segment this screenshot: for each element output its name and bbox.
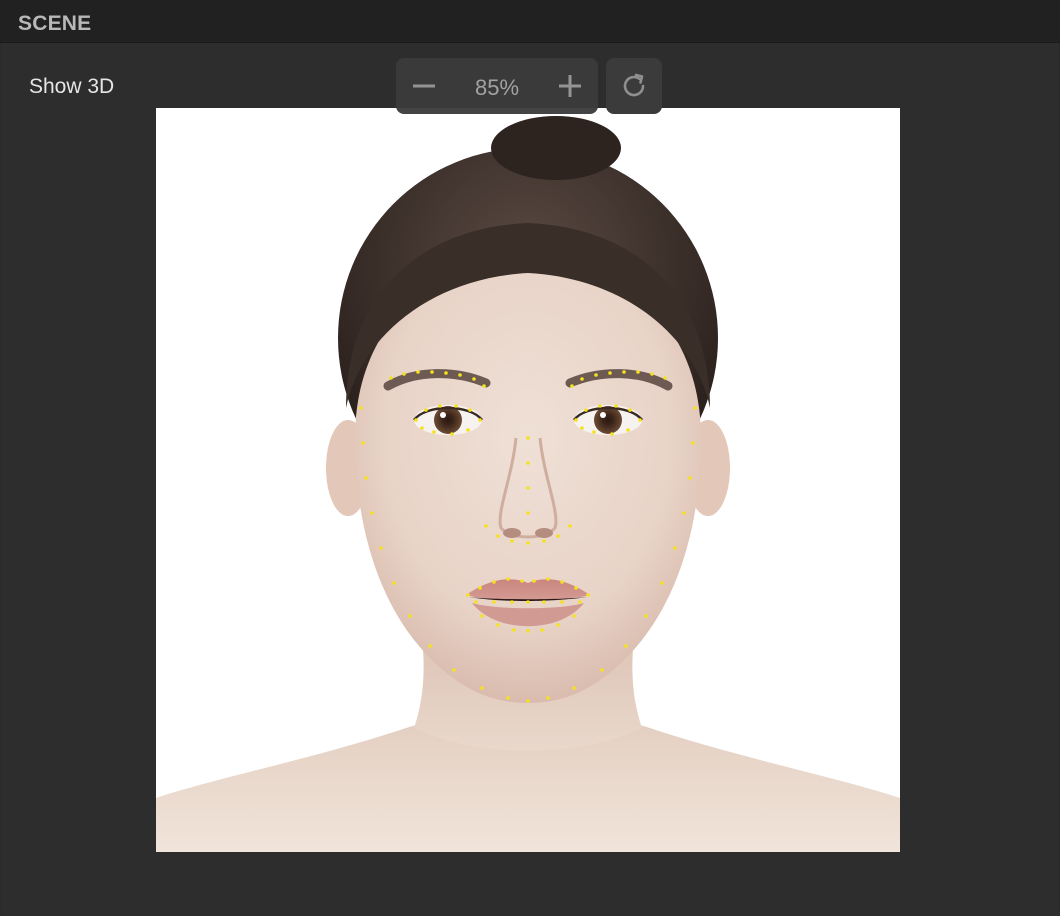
zoom-in-button[interactable] [542,58,598,114]
show-3d-toggle[interactable]: Show 3D [29,75,114,99]
scene-panel: SCENE Show 3D 85% [0,0,1060,916]
landmark-overlay [359,370,697,703]
plus-icon [559,75,581,97]
panel-header: SCENE [0,0,1060,43]
zoom-out-button[interactable] [396,58,452,114]
panel-title: SCENE [18,12,92,35]
zoom-level: 85% [474,75,520,100]
scene-viewport[interactable] [156,108,900,852]
zoom-control: 85% [396,58,598,114]
refresh-icon [623,73,645,97]
minus-icon [413,84,435,88]
reset-view-button[interactable] [606,58,662,114]
